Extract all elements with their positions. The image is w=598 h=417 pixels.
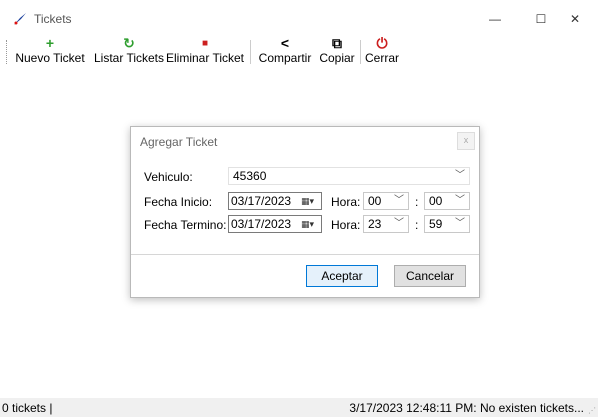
calendar-icon[interactable]: ▦▾ [301,195,319,207]
hora-inicio-hour-select[interactable]: 00 ﹀ [363,192,409,210]
fecha-termino-label: Fecha Termino: [144,218,227,232]
copy-icon: ⧉ [332,35,342,51]
eliminar-ticket-label: Eliminar Ticket [166,51,245,65]
listar-tickets-button[interactable]: ↻ Listar Tickets [94,36,164,66]
fecha-inicio-label: Fecha Inicio: [144,195,213,209]
time-colon: : [415,195,419,209]
fecha-inicio-value: 03/17/2023 [231,194,292,208]
vehiculo-value: 45360 [233,169,267,183]
hora-inicio-hour-value: 00 [368,194,382,208]
cerrar-label: Cerrar [364,51,399,65]
resize-grip-icon[interactable]: ⋰ [588,406,596,415]
hora-termino-hour-select[interactable]: 23 ﹀ [363,215,409,233]
minimize-button[interactable]: — [472,6,518,32]
dialog-title: Agregar Ticket [140,135,218,149]
cancelar-button[interactable]: Cancelar [394,265,466,287]
share-icon: < [280,35,290,51]
hora-termino-hour-value: 23 [368,217,382,231]
listar-tickets-label: Listar Tickets [94,51,165,65]
fecha-termino-picker[interactable]: 03/17/2023 ▦▾ [228,215,322,233]
nuevo-ticket-label: Nuevo Ticket [15,51,85,65]
chevron-down-icon: ﹀ [455,170,465,181]
plus-icon: + [45,35,55,51]
chevron-down-icon: ﹀ [394,218,404,229]
toolbar-separator [360,40,361,64]
fecha-inicio-picker[interactable]: 03/17/2023 ▦▾ [228,192,322,210]
dialog-divider [131,254,479,255]
chevron-down-icon: ﹀ [455,195,465,206]
chevron-down-icon: ﹀ [455,218,465,229]
vehiculo-select[interactable]: 45360 ﹀ [228,167,470,185]
cerrar-button[interactable]: ⏻ Cerrar [364,36,400,66]
refresh-icon: ↻ [123,35,135,51]
copiar-label: Copiar [319,51,355,65]
dialog-close-button[interactable]: x [457,132,475,150]
hora-inicio-minute-select[interactable]: 00 ﹀ [424,192,470,210]
chevron-down-icon: ﹀ [394,195,404,206]
toolbar-separator [250,40,251,64]
hora-termino-minute-value: 59 [429,217,443,231]
time-colon: : [415,218,419,232]
agregar-ticket-dialog: Agregar Ticket x Vehiculo: 45360 ﹀ Fecha… [130,126,480,298]
close-button[interactable]: ✕ [552,6,598,32]
power-icon: ⏻ [376,35,388,51]
ticket-count: 0 tickets | [2,401,53,415]
app-icon [14,13,26,25]
eliminar-ticket-button[interactable]: ■ Eliminar Ticket [166,36,244,66]
calendar-icon[interactable]: ▦▾ [301,218,319,230]
window-title: Tickets [34,12,72,26]
compartir-label: Compartir [258,51,312,65]
fecha-termino-value: 03/17/2023 [231,217,292,231]
nuevo-ticket-button[interactable]: + Nuevo Ticket [8,36,92,66]
status-message: 3/17/2023 12:48:11 PM: No existen ticket… [349,401,584,415]
vehiculo-label: Vehiculo: [144,170,193,184]
trash-icon: ■ [201,38,209,49]
hora-termino-label: Hora: [331,218,361,232]
aceptar-button[interactable]: Aceptar [306,265,378,287]
copiar-button[interactable]: ⧉ Copiar [316,36,358,66]
compartir-button[interactable]: < Compartir [256,36,314,66]
status-bar: 0 tickets | 3/17/2023 12:48:11 PM: No ex… [0,398,598,417]
hora-inicio-minute-value: 00 [429,194,443,208]
hora-inicio-label: Hora: [331,195,361,209]
hora-termino-minute-select[interactable]: 59 ﹀ [424,215,470,233]
